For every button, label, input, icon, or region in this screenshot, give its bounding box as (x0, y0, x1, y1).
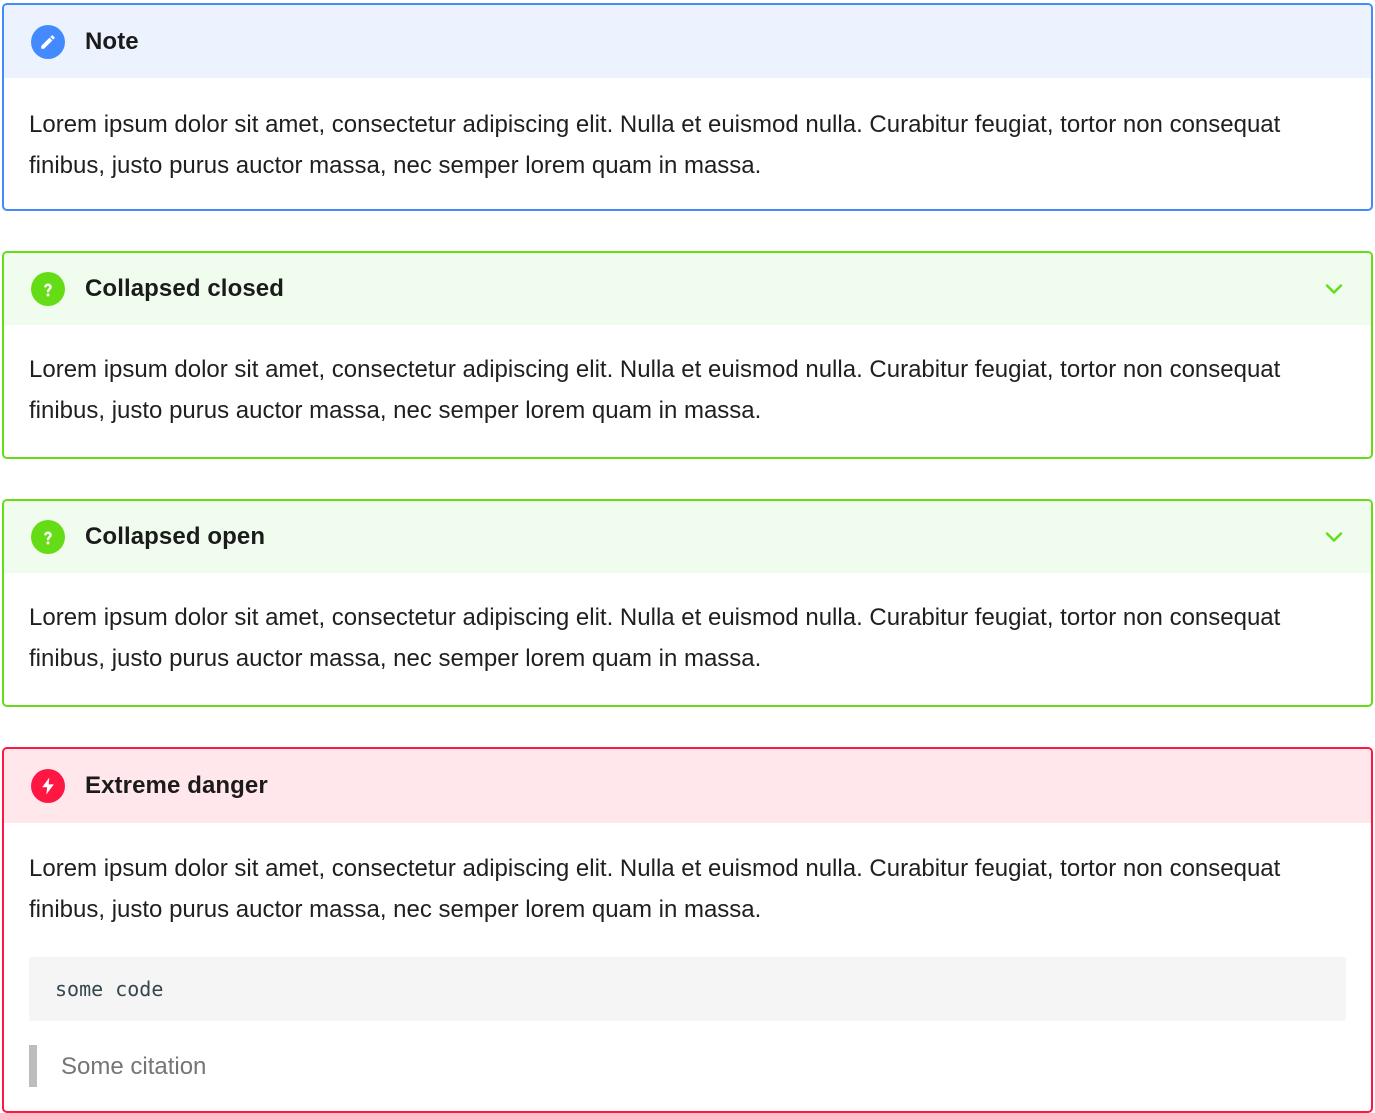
lightning-icon (31, 769, 65, 803)
admonition-title: Collapsed closed (85, 275, 284, 302)
admonition-danger: Extreme danger Lorem ipsum dolor sit ame… (2, 747, 1373, 1113)
blockquote-citation: Some citation (29, 1045, 1346, 1087)
admonition-collapsed-open: Collapsed open Lorem ipsum dolor sit ame… (2, 499, 1373, 707)
admonition-title: Collapsed open (85, 523, 266, 550)
admonition-collapsed-closed: Collapsed closed Lorem ipsum dolor sit a… (2, 251, 1373, 459)
admonition-text: Lorem ipsum dolor sit amet, consectetur … (29, 356, 1281, 424)
admonition-summary[interactable]: Collapsed open (4, 501, 1371, 573)
admonition-body: Lorem ipsum dolor sit amet, consectetur … (4, 573, 1371, 679)
admonition-body: Lorem ipsum dolor sit amet, consectetur … (4, 78, 1371, 186)
admonition-body: Lorem ipsum dolor sit amet, consectetur … (4, 325, 1371, 431)
admonition-text: Lorem ipsum dolor sit amet, consectetur … (29, 111, 1281, 179)
admonition-title: Note (85, 27, 139, 55)
admonition-title: Extreme danger (85, 772, 268, 799)
admonition-note: Note Lorem ipsum dolor sit amet, consect… (2, 3, 1373, 211)
admonition-header: Note (4, 5, 1371, 78)
question-icon (31, 520, 65, 554)
pencil-icon (31, 24, 65, 59)
admonition-text: Lorem ipsum dolor sit amet, consectetur … (29, 604, 1281, 672)
admonition-body: Lorem ipsum dolor sit amet, consectetur … (4, 823, 1371, 1087)
chevron-down-icon[interactable] (1321, 276, 1347, 302)
admonition-header: Extreme danger (4, 749, 1371, 823)
admonition-summary[interactable]: Collapsed closed (4, 253, 1371, 325)
question-icon (31, 272, 65, 306)
chevron-down-icon[interactable] (1321, 524, 1347, 550)
admonition-text: Lorem ipsum dolor sit amet, consectetur … (29, 855, 1281, 923)
code-block: some code (29, 957, 1346, 1021)
